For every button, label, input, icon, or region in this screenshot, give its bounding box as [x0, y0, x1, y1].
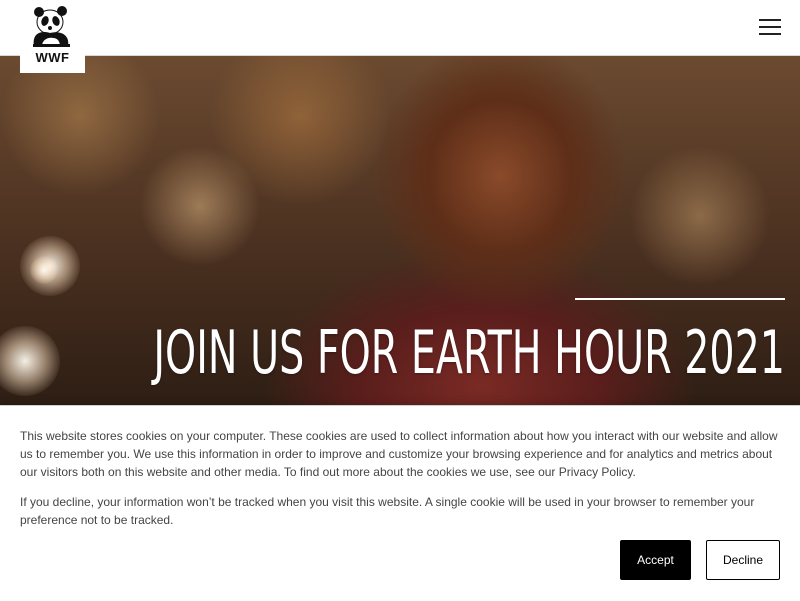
sparkler-light [30, 256, 58, 284]
site-header: WWF [0, 0, 800, 73]
panda-logo-icon [33, 6, 70, 47]
headline-rule [575, 298, 785, 300]
accept-button[interactable]: Accept [620, 540, 691, 580]
cookie-consent-banner: This website stores cookies on your comp… [0, 405, 800, 601]
wwf-logo-link[interactable]: WWF [20, 0, 85, 73]
hero-banner: JOIN US FOR EARTH HOUR 2021 [0, 56, 800, 406]
cookie-notice-text: This website stores cookies on your comp… [20, 429, 778, 479]
cookie-decline-notice-text: If you decline, your information won’t b… [20, 495, 755, 527]
hero-headline: JOIN US FOR EARTH HOUR 2021 [153, 318, 785, 388]
hamburger-menu-icon[interactable] [759, 19, 781, 36]
sparkler-light [0, 326, 60, 396]
decline-button[interactable]: Decline [706, 540, 780, 580]
logo-text: WWF [35, 50, 70, 65]
